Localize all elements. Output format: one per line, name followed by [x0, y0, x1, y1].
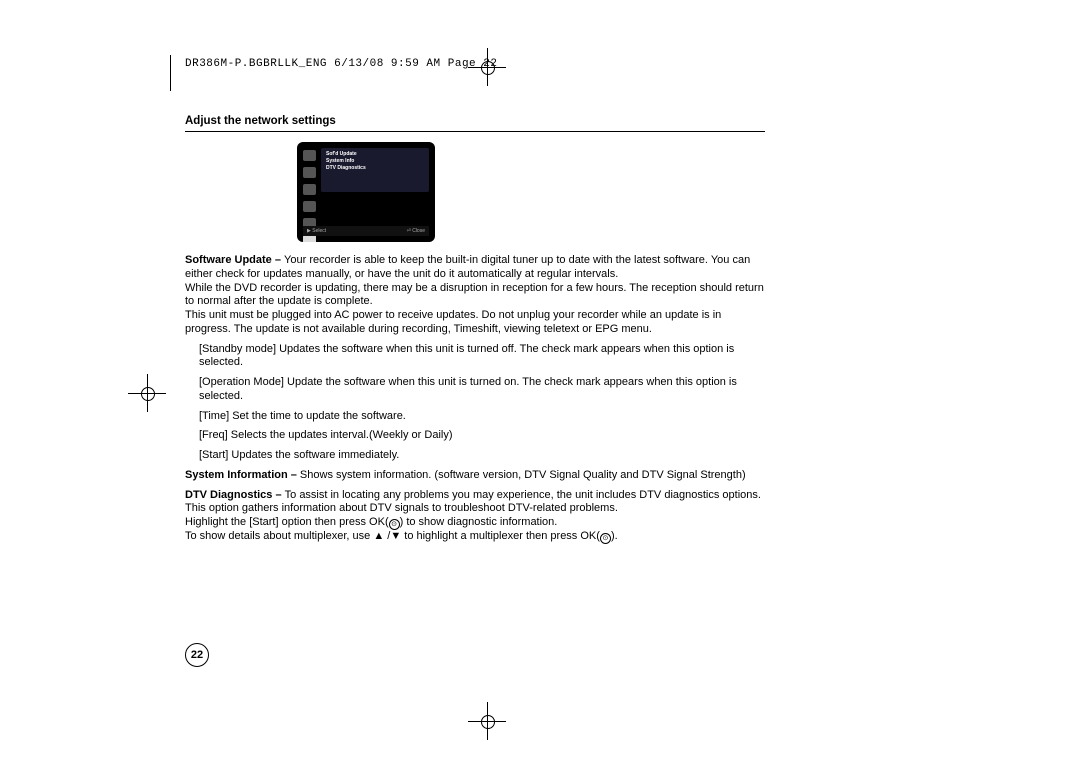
page-number: 22	[185, 643, 209, 667]
screenshot-menu-item: System Info	[326, 158, 424, 165]
section-title: Adjust the network settings	[185, 115, 765, 132]
lead-system-info: System Information –	[185, 469, 300, 481]
paragraph-system-info: System Information – Shows system inform…	[185, 469, 765, 483]
page-content: DR386M-P.BGBRLLK_ENG 6/13/08 9:59 AM Pag…	[185, 58, 765, 550]
screenshot-footer-left: ▶ Select	[307, 228, 326, 234]
option-operation: [Operation Mode] Update the software whe…	[199, 376, 765, 404]
ok-button-icon: ⊙	[389, 519, 400, 530]
print-header: DR386M-P.BGBRLLK_ENG 6/13/08 9:59 AM Pag…	[185, 58, 765, 70]
crop-mark-bottom	[468, 702, 506, 740]
trim-vertical-mark	[170, 55, 171, 91]
paragraph-software-update: Software Update – Your recorder is able …	[185, 254, 765, 337]
screenshot-menu-item: DTV Diagnostics	[326, 165, 424, 172]
option-start: [Start] Updates the software immediately…	[199, 449, 765, 463]
option-freq: [Freq] Selects the updates interval.(Wee…	[199, 429, 765, 443]
lead-software-update: Software Update –	[185, 254, 284, 266]
lead-dtv: DTV Diagnostics –	[185, 489, 285, 501]
ok-button-icon: ⊙	[600, 533, 611, 544]
option-standby: [Standby mode] Updates the software when…	[199, 343, 765, 371]
paragraph-dtv-diagnostics: DTV Diagnostics – To assist in locating …	[185, 489, 765, 545]
body-text: Software Update – Your recorder is able …	[185, 254, 765, 544]
screenshot-menu-item: Sof'd Update	[326, 151, 424, 158]
crop-mark-left	[128, 374, 166, 412]
device-menu-screenshot: Sof'd Update System Info DTV Diagnostics…	[297, 142, 435, 242]
option-time: [Time] Set the time to update the softwa…	[199, 410, 765, 424]
screenshot-footer-right: ⏎ Close	[407, 228, 425, 234]
